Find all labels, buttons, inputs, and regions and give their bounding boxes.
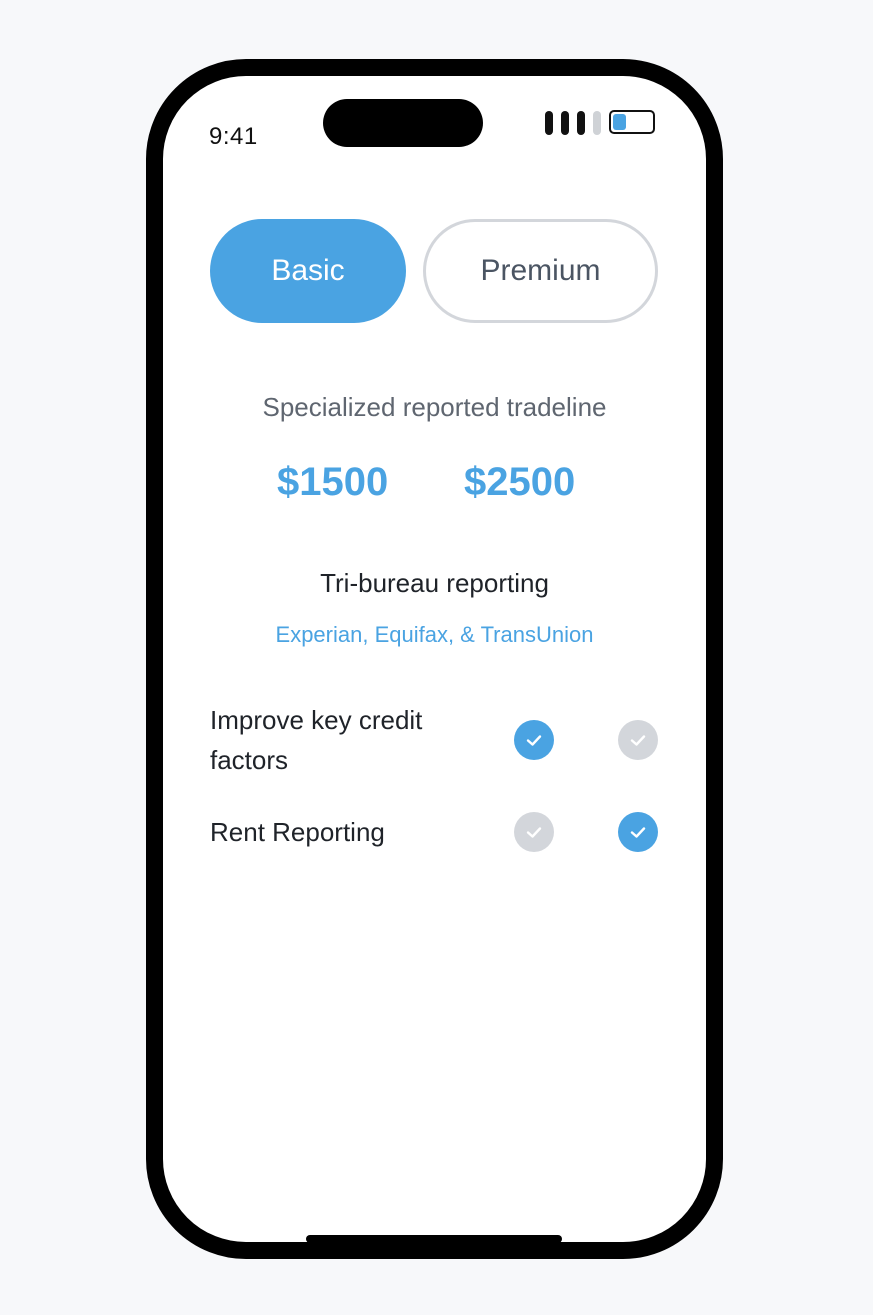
battery-level [613,114,627,130]
dynamic-island [323,99,483,147]
price-basic: $1500 [277,460,389,504]
signal-bar [577,111,585,135]
feature-row-label: Rent Reporting [210,817,385,847]
status-time: 9:41 [209,123,258,150]
home-indicator[interactable] [306,1235,562,1242]
feature-bureaus: Experian, Equifax, & TransUnion [275,622,594,647]
signal-bar [593,111,601,135]
tab-basic[interactable]: Basic [210,219,406,323]
feature-row-label: Improve key credit factors [210,705,423,775]
signal-bar [561,111,569,135]
checkmark-icon [618,812,658,852]
checkmark-icon [514,720,554,760]
feature-title: Tri-bureau reporting [320,568,549,598]
battery-icon [609,110,655,134]
phone-frame: 9:41 Basic Premium Specialized reported … [146,59,723,1259]
signal-bar [545,111,553,135]
checkmark-icon [618,720,658,760]
price-premium: $2500 [464,460,576,504]
checkmark-icon [514,812,554,852]
tab-premium[interactable]: Premium [423,219,658,323]
signal-icon [545,111,601,135]
plan-subtitle: Specialized reported tradeline [262,392,607,422]
